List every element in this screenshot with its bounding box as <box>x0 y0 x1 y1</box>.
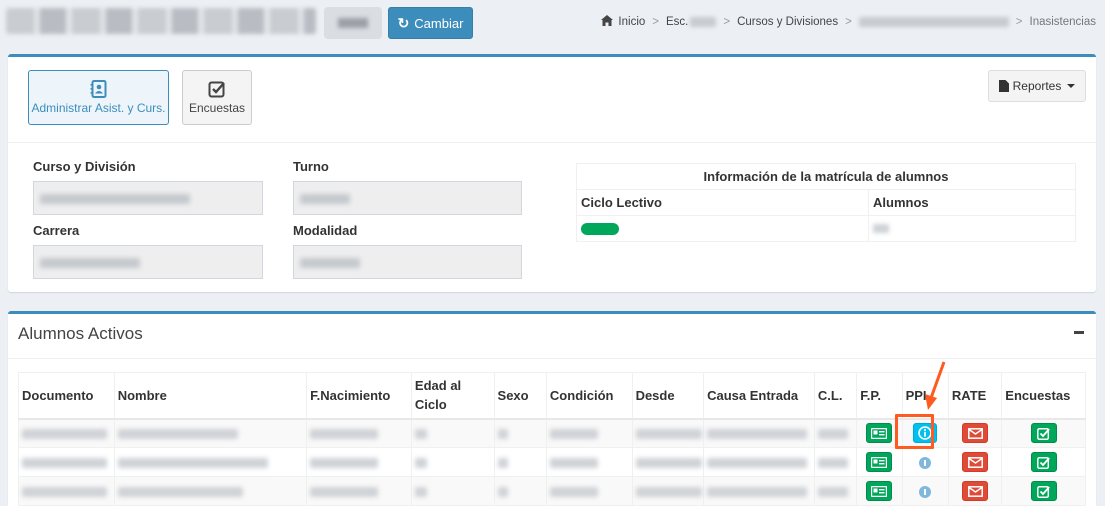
survey-row-button[interactable] <box>1030 423 1057 444</box>
col-birth[interactable]: F.Nacimiento <box>306 372 412 420</box>
col-cl[interactable]: C.L. <box>813 372 858 420</box>
school-title-redacted <box>6 8 316 34</box>
col-school-year: Ciclo Lectivo <box>576 189 869 216</box>
col-students: Alumnos <box>868 189 1076 216</box>
shift-field <box>293 181 522 215</box>
envelope-icon <box>967 456 983 468</box>
survey-row-button[interactable] <box>1030 452 1057 472</box>
id-card-icon <box>871 456 888 468</box>
fp-button[interactable] <box>866 423 893 444</box>
top-bar: ↻ Cambiar Inicio > Esc. > Cursos y Divis… <box>0 0 1105 46</box>
school-year-badge <box>581 223 619 235</box>
course-division-label: Curso y División <box>33 159 136 174</box>
breadcrumb-courses[interactable]: Cursos y Divisiones <box>737 16 838 28</box>
address-book-icon <box>90 80 106 98</box>
id-card-icon <box>871 427 888 439</box>
students-count-value <box>868 215 1076 242</box>
info-circle-icon[interactable] <box>919 457 932 470</box>
modality-field <box>293 245 522 279</box>
col-age[interactable]: Edad al Ciclo <box>410 372 495 420</box>
course-info-box: Administrar Asist. y Curs. Encuestas Rep… <box>8 54 1096 292</box>
divider <box>8 358 1096 359</box>
check-square-icon <box>1037 456 1051 469</box>
col-document[interactable]: Documento <box>18 372 115 420</box>
refresh-icon: ↻ <box>397 14 410 31</box>
table-row <box>18 447 1086 477</box>
highlight-box <box>895 414 934 449</box>
info-circle-icon[interactable] <box>919 486 932 499</box>
reports-label: Reportes <box>1012 79 1062 93</box>
fp-button[interactable] <box>866 481 893 501</box>
surveys-button[interactable]: Encuestas <box>182 70 252 125</box>
modality-label: Modalidad <box>293 223 358 238</box>
rate-button[interactable] <box>962 481 989 501</box>
breadcrumb-current: Inasistencias <box>1029 16 1096 28</box>
caret-down-icon <box>1067 84 1076 88</box>
divider <box>8 142 1096 143</box>
envelope-icon <box>967 485 983 497</box>
rate-button[interactable] <box>962 452 989 472</box>
breadcrumb-division-redacted[interactable] <box>858 17 1009 27</box>
rate-button[interactable] <box>962 423 989 444</box>
shift-label: Turno <box>293 159 329 174</box>
school-year-select[interactable] <box>324 7 382 39</box>
change-button-label: Cambiar <box>414 15 464 31</box>
col-condition[interactable]: Condición <box>545 372 633 420</box>
enrollment-title: Información de la matrícula de alumnos <box>576 163 1076 190</box>
col-rate[interactable]: RATE <box>947 372 1003 420</box>
file-icon <box>998 80 1009 92</box>
col-cause[interactable]: Causa Entrada <box>703 372 815 420</box>
id-card-icon <box>871 485 888 497</box>
active-students-title: Alumnos Activos <box>18 324 143 343</box>
envelope-icon <box>967 427 983 439</box>
collapse-icon[interactable] <box>1074 331 1084 334</box>
check-square-icon <box>208 81 225 98</box>
breadcrumb-home[interactable]: Inicio <box>618 16 645 28</box>
survey-row-button[interactable] <box>1030 481 1057 501</box>
col-sex[interactable]: Sexo <box>493 372 547 420</box>
annotation-arrow-icon <box>925 361 946 410</box>
career-field <box>33 245 263 279</box>
breadcrumb-school-redacted <box>690 17 717 27</box>
table-row <box>18 476 1086 506</box>
col-surveys[interactable]: Encuestas <box>1001 372 1086 420</box>
check-square-icon <box>1037 427 1051 440</box>
fp-button[interactable] <box>866 452 893 472</box>
breadcrumb-school[interactable]: Esc. <box>666 16 688 28</box>
enrollment-table: Información de la matrícula de alumnos C… <box>576 163 1076 242</box>
career-label: Carrera <box>33 223 80 238</box>
admin-attendance-label: Administrar Asist. y Curs. <box>31 101 166 115</box>
school-year-value <box>576 215 869 242</box>
admin-attendance-button[interactable]: Administrar Asist. y Curs. <box>28 70 169 125</box>
change-button[interactable]: ↻ Cambiar <box>388 7 473 39</box>
col-fp[interactable]: F.P. <box>856 372 903 420</box>
check-square-icon <box>1037 485 1051 498</box>
course-division-field <box>33 181 263 215</box>
col-since[interactable]: Desde <box>631 372 705 420</box>
col-name[interactable]: Nombre <box>113 372 308 420</box>
surveys-label: Encuestas <box>188 101 246 115</box>
reports-dropdown-button[interactable]: Reportes <box>988 70 1086 102</box>
breadcrumb: Inicio > Esc. > Cursos y Divisiones > > … <box>601 15 1096 29</box>
home-icon <box>601 15 614 29</box>
